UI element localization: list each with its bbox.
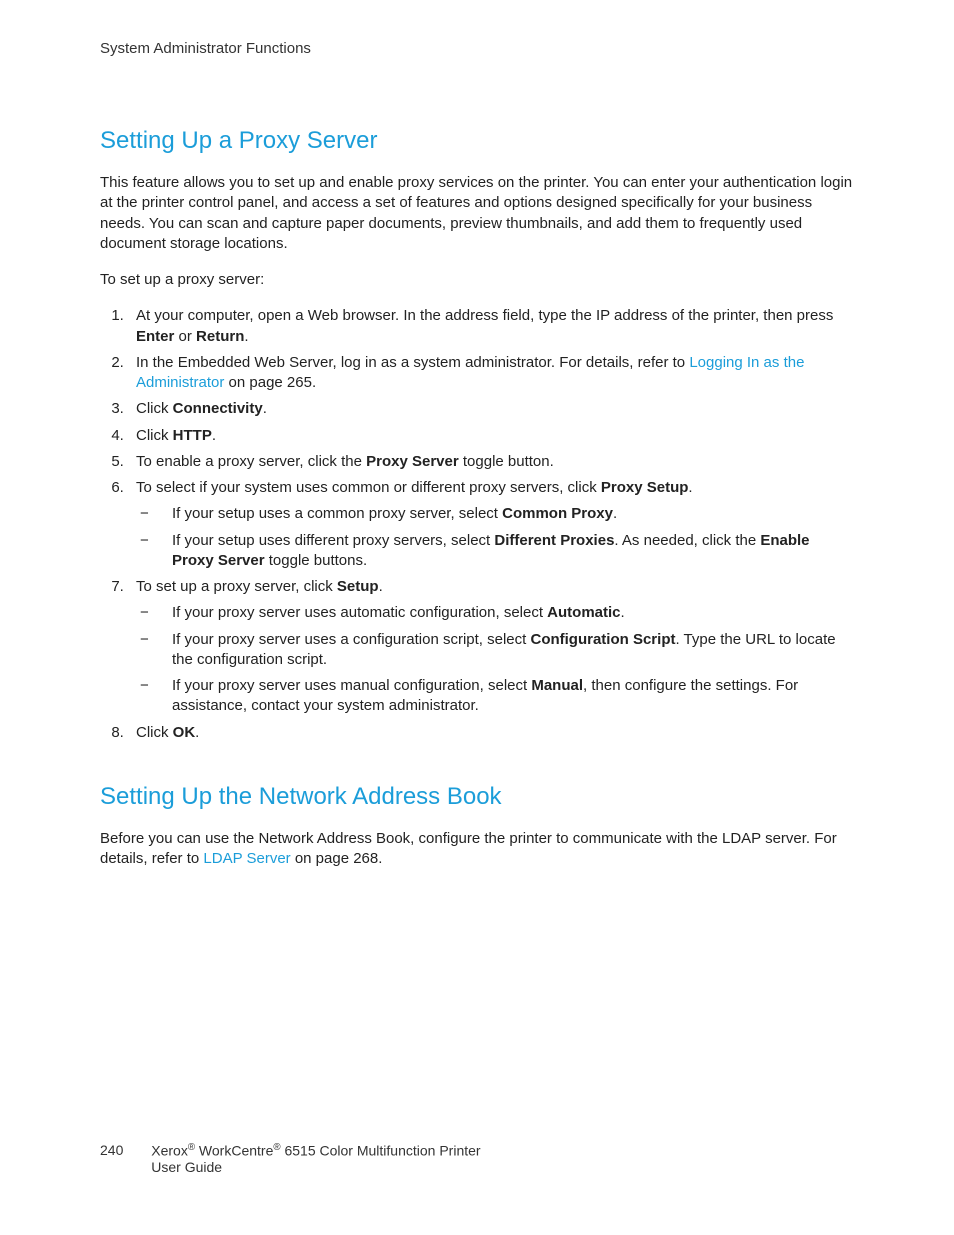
text: Xerox: [151, 1143, 188, 1159]
text: .: [195, 724, 199, 741]
text: User Guide: [151, 1159, 480, 1175]
text: . As needed, click the: [614, 532, 760, 549]
step-3: Click Connectivity.: [128, 399, 854, 419]
bold-text: Proxy Server: [366, 453, 459, 470]
text: At your computer, open a Web browser. In…: [136, 307, 833, 324]
address-book-paragraph: Before you can use the Network Address B…: [100, 829, 854, 870]
text: WorkCentre: [195, 1143, 273, 1159]
text: To enable a proxy server, click the: [136, 453, 366, 470]
registered-icon: ®: [273, 1142, 280, 1153]
step-1: At your computer, open a Web browser. In…: [128, 306, 854, 347]
lead-paragraph: To set up a proxy server:: [100, 270, 854, 290]
bold-text: Enter: [136, 328, 174, 345]
text: Click: [136, 427, 173, 444]
sub-item: If your proxy server uses automatic conf…: [136, 603, 854, 623]
text: If your proxy server uses manual configu…: [172, 677, 531, 694]
text: or: [174, 328, 196, 345]
bold-text: Return: [196, 328, 244, 345]
bold-text: Configuration Script: [530, 631, 675, 648]
text: .: [613, 505, 617, 522]
page-number: 240: [100, 1142, 123, 1158]
bold-text: Proxy Setup: [601, 479, 689, 496]
text: If your proxy server uses automatic conf…: [172, 604, 547, 621]
sub-item: If your setup uses a common proxy server…: [136, 504, 854, 524]
step-2: In the Embedded Web Server, log in as a …: [128, 353, 854, 394]
text: .: [263, 400, 267, 417]
text: .: [212, 427, 216, 444]
section-heading-proxy: Setting Up a Proxy Server: [100, 127, 854, 155]
bold-text: Automatic: [547, 604, 620, 621]
text: on page 268.: [291, 850, 383, 867]
text: To set up a proxy server, click: [136, 578, 337, 595]
text: .: [621, 604, 625, 621]
sub-list: If your setup uses a common proxy server…: [136, 504, 854, 571]
page-footer: 240 Xerox® WorkCentre® 6515 Color Multif…: [100, 1142, 481, 1175]
document-page: System Administrator Functions Setting U…: [0, 0, 954, 1235]
bold-text: Common Proxy: [502, 505, 613, 522]
text: If your proxy server uses a configuratio…: [172, 631, 530, 648]
intro-paragraph: This feature allows you to set up and en…: [100, 173, 854, 254]
step-5: To enable a proxy server, click the Prox…: [128, 452, 854, 472]
text: toggle button.: [459, 453, 554, 470]
link-ldap-server[interactable]: LDAP Server: [203, 850, 290, 867]
bold-text: Setup: [337, 578, 379, 595]
text: .: [688, 479, 692, 496]
bold-text: Manual: [531, 677, 583, 694]
text: If your setup uses a common proxy server…: [172, 505, 502, 522]
text: 6515 Color Multifunction Printer: [281, 1143, 481, 1159]
running-header: System Administrator Functions: [100, 40, 854, 57]
sub-list: If your proxy server uses automatic conf…: [136, 603, 854, 716]
text: To select if your system uses common or …: [136, 479, 601, 496]
text: .: [379, 578, 383, 595]
bold-text: Connectivity: [173, 400, 263, 417]
step-7: To set up a proxy server, click Setup. I…: [128, 577, 854, 717]
registered-icon: ®: [188, 1142, 195, 1153]
step-6: To select if your system uses common or …: [128, 478, 854, 571]
section-heading-address-book: Setting Up the Network Address Book: [100, 783, 854, 811]
sub-item: If your setup uses different proxy serve…: [136, 531, 854, 572]
text: In the Embedded Web Server, log in as a …: [136, 354, 689, 371]
step-8: Click OK.: [128, 723, 854, 743]
sub-item: If your proxy server uses a configuratio…: [136, 630, 854, 671]
text: Click: [136, 724, 173, 741]
text: on page 265.: [224, 374, 316, 391]
step-4: Click HTTP.: [128, 426, 854, 446]
text: .: [244, 328, 248, 345]
sub-item: If your proxy server uses manual configu…: [136, 676, 854, 717]
bold-text: Different Proxies: [494, 532, 614, 549]
bold-text: HTTP: [173, 427, 212, 444]
bold-text: OK: [173, 724, 196, 741]
text: Click: [136, 400, 173, 417]
steps-list: At your computer, open a Web browser. In…: [100, 306, 854, 743]
product-line: Xerox® WorkCentre® 6515 Color Multifunct…: [151, 1142, 480, 1175]
text: toggle buttons.: [265, 552, 368, 569]
text: If your setup uses different proxy serve…: [172, 532, 494, 549]
